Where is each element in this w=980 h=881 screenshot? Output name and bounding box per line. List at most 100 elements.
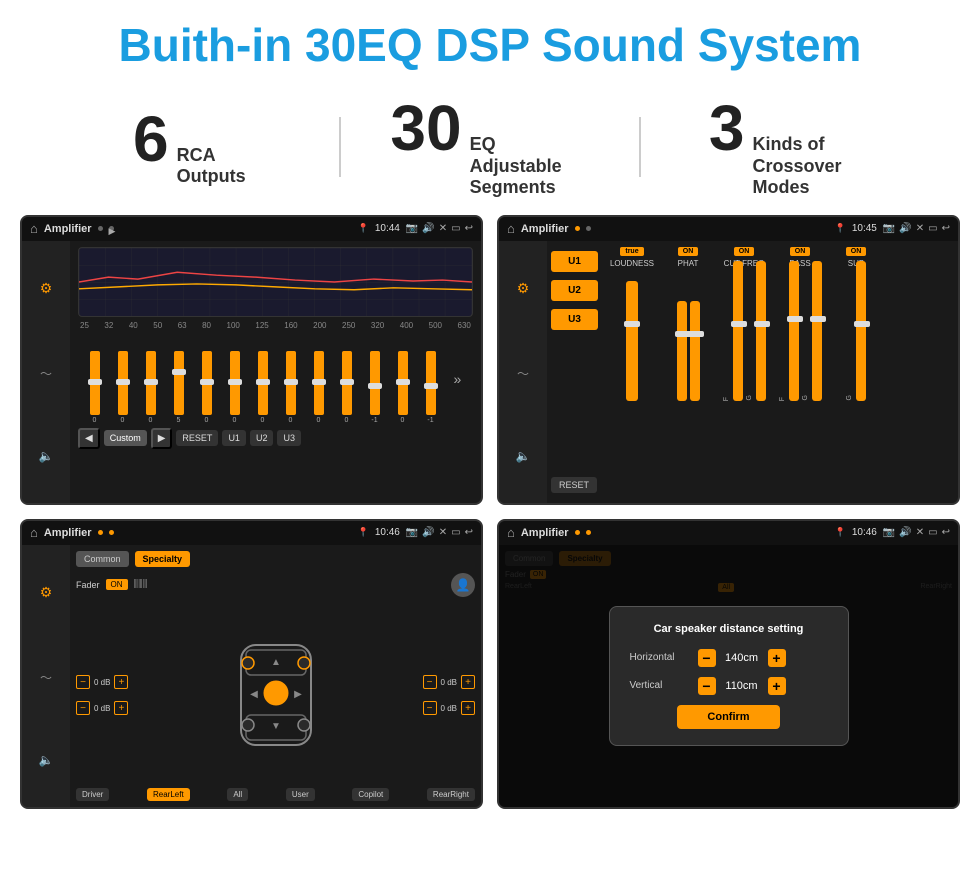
loudness-slider[interactable] [626,281,638,401]
wave-icon2[interactable]: 〜 [517,365,529,382]
home-icon4[interactable]: ⌂ [507,525,515,540]
amp-reset-btn[interactable]: RESET [551,477,597,493]
left-bottom-plus[interactable]: + [114,701,128,715]
eq-slider-12: 0 [398,351,408,424]
screen-speaker: ⌂ Amplifier 📍 10:46 📷 🔊 ✕ ▭ ↩ ⚙ 〜 🔈 [20,519,483,809]
screen3-body: ⚙ 〜 🔈 Common Specialty Fader ON ⫼⫼⫼ 👤 [22,545,481,807]
u1-btn[interactable]: U1 [551,251,598,272]
home-icon3[interactable]: ⌂ [30,525,38,540]
rearright-button[interactable]: RearRight [427,788,475,801]
screen3-sidebar: ⚙ 〜 🔈 [22,545,70,807]
copilot-button[interactable]: Copilot [352,788,389,801]
speaker-icon2[interactable]: 🔈 [516,449,531,463]
speaker-icon3[interactable]: 🔈 [39,753,54,767]
sub-on[interactable]: ON [846,247,867,256]
all-button[interactable]: All [227,788,248,801]
back-icon4[interactable]: ↩ [942,527,950,538]
vertical-minus[interactable]: − [698,677,716,695]
cutfreq-slider2[interactable] [756,261,766,401]
vertical-plus[interactable]: + [768,677,786,695]
camera-icon: 📷 [406,223,418,234]
amp-channel-loudness: true LOUDNESS [606,247,658,497]
screen1-topbar-icons: 📷 🔊 ✕ ▭ ↩ [406,223,473,234]
common-tab[interactable]: Common [76,551,129,567]
left-top-minus[interactable]: − [76,675,90,689]
phat-slider-l[interactable] [677,301,687,401]
vertical-value: 110cm [720,680,764,692]
close-icon3[interactable]: ✕ [439,527,447,538]
driver-button[interactable]: Driver [76,788,109,801]
left-top-plus[interactable]: + [114,675,128,689]
cutfreq-slider[interactable] [733,261,743,401]
right-bottom-plus[interactable]: + [461,701,475,715]
wave-icon3[interactable]: 〜 [40,669,52,686]
cutfreq-on[interactable]: ON [734,247,755,256]
dialog-overlay: Car speaker distance setting Horizontal … [499,545,958,807]
status-dot1 [98,226,103,231]
horizontal-plus[interactable]: + [768,649,786,667]
screen3-bottom-buttons: Driver RearLeft All User Copilot RearRig… [76,788,475,801]
prev-button[interactable]: ◀ [78,428,100,449]
back-icon2[interactable]: ↩ [942,223,950,234]
right-bottom-minus[interactable]: − [423,701,437,715]
amp-sliders: true LOUDNESS ON PHAT [602,241,958,503]
screen-dialog: ⌂ Amplifier 📍 10:46 📷 🔊 ✕ ▭ ↩ Common Spe… [497,519,960,809]
speaker-icon[interactable]: 🔈 [39,449,54,463]
home-icon[interactable]: ⌂ [30,221,38,236]
eq-slider-10: 0 [342,351,352,424]
next-button[interactable]: ▶ [151,428,173,449]
fader-on-badge[interactable]: ON [106,579,128,590]
screen2-sidebar: ⚙ 〜 🔈 [499,241,547,503]
specialty-tab[interactable]: Specialty [135,551,191,567]
back-icon[interactable]: ↩ [465,223,473,234]
svg-text:◀: ◀ [250,689,258,700]
eq-slider-3: 0 [146,351,156,424]
right-top-minus[interactable]: − [423,675,437,689]
stat-rca-desc: RCAOutputs [177,145,246,188]
eq-slider-13: -1 [426,351,436,424]
eq-icon3[interactable]: ⚙ [40,584,53,601]
eq-icon[interactable]: ⚙ [40,280,53,297]
u1-button[interactable]: U1 [222,430,246,446]
u3-button[interactable]: U3 [277,430,301,446]
sub-slider[interactable] [856,261,866,401]
left-bottom-minus[interactable]: − [76,701,90,715]
slider-track-1[interactable] [90,351,100,415]
reset-button[interactable]: RESET [176,430,218,446]
car-diagram: ▲ ▼ ◀ ▶ [140,635,410,755]
screen2-main: U1 U2 U3 RESET true LOUDNESS [547,241,958,503]
right-top-plus[interactable]: + [461,675,475,689]
horizontal-minus[interactable]: − [698,649,716,667]
u3-btn[interactable]: U3 [551,309,598,330]
phat-on[interactable]: ON [678,247,699,256]
phat-slider-r[interactable] [690,301,700,401]
confirm-button[interactable]: Confirm [677,705,779,729]
home-icon2[interactable]: ⌂ [507,221,515,236]
more-icon[interactable]: » [454,371,462,387]
custom-button[interactable]: Custom [104,430,147,446]
stat-divider-2 [639,117,641,177]
user-button[interactable]: User [286,788,315,801]
u2-button[interactable]: U2 [250,430,274,446]
stat-divider-1 [339,117,341,177]
rearleft-button[interactable]: RearLeft [147,788,190,801]
speaker-settings-icon[interactable]: 👤 [451,573,475,597]
svg-text:▼: ▼ [271,721,281,732]
bass-slider2[interactable] [812,261,822,401]
eq-freq-labels: 2532405063 80100125160200 25032040050063… [78,321,473,330]
amp-channel-cutfreq: ON CUT FREQ F G [718,247,770,497]
eq-slider-6: 0 [230,351,240,424]
close-icon[interactable]: ✕ [439,223,447,234]
close-icon4[interactable]: ✕ [916,527,924,538]
bass-slider[interactable] [789,261,799,401]
horizontal-ctrl: − 140cm + [698,649,786,667]
screen4-time: 10:46 [852,527,877,538]
back-icon3[interactable]: ↩ [465,527,473,538]
slider-val-1: 0 [93,417,97,424]
eq-icon2[interactable]: ⚙ [517,280,530,297]
u2-btn[interactable]: U2 [551,280,598,301]
close-icon2[interactable]: ✕ [916,223,924,234]
wave-icon[interactable]: 〜 [40,365,52,382]
bass-on[interactable]: ON [790,247,811,256]
loudness-on[interactable]: true [620,247,643,256]
